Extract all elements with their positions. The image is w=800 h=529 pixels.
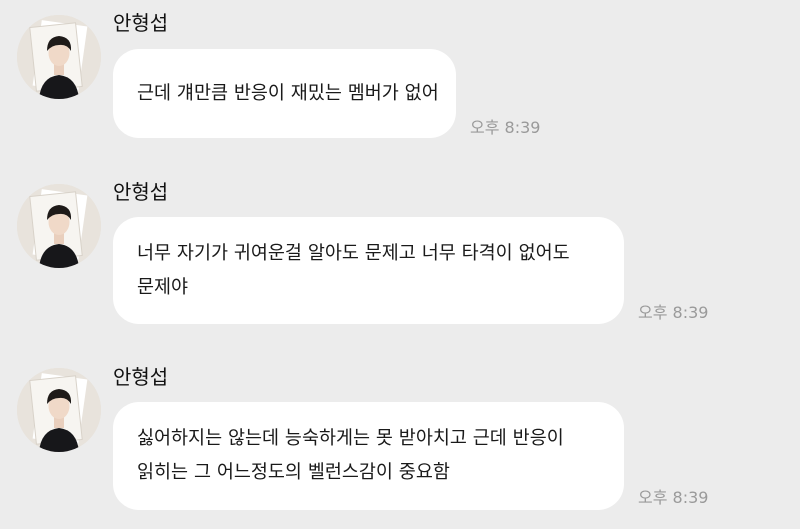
sender-avatar[interactable] bbox=[17, 368, 101, 452]
sender-name: 안형섭 bbox=[113, 365, 169, 389]
message-bubble[interactable]: 싫어하지는 않는데 능숙하게는 못 받아치고 근데 반응이 읽히는 그 어느정도… bbox=[113, 402, 624, 510]
message-text-line: 읽히는 그 어느정도의 벨런스감이 중요함 bbox=[137, 462, 450, 483]
sender-name: 안형섭 bbox=[113, 180, 169, 204]
sender-avatar[interactable] bbox=[17, 184, 101, 268]
chat-message: 안형섭 근데 걔만큼 반응이 재밌는 멤버가 없어 오후 8:39 bbox=[0, 0, 800, 170]
message-text-line: 너무 자기가 귀여운걸 알아도 문제고 너무 타격이 없어도 bbox=[137, 242, 570, 264]
message-text: 근데 걔만큼 반응이 재밌는 멤버가 없어 bbox=[137, 82, 439, 104]
message-bubble[interactable]: 근데 걔만큼 반응이 재밌는 멤버가 없어 bbox=[113, 49, 456, 138]
chat-message: 안형섭 너무 자기가 귀여운걸 알아도 문제고 너무 타격이 없어도 문제야 오… bbox=[0, 170, 800, 350]
profile-photo-icon bbox=[17, 368, 101, 452]
message-timestamp: 오후 8:39 bbox=[470, 118, 541, 137]
sender-avatar[interactable] bbox=[17, 15, 101, 99]
message-timestamp: 오후 8:39 bbox=[638, 488, 709, 507]
message-text-line: 문제야 bbox=[137, 276, 189, 298]
profile-photo-icon bbox=[17, 184, 101, 268]
message-timestamp: 오후 8:39 bbox=[638, 303, 709, 322]
message-bubble[interactable]: 너무 자기가 귀여운걸 알아도 문제고 너무 타격이 없어도 문제야 bbox=[113, 217, 624, 324]
sender-name: 안형섭 bbox=[113, 11, 169, 35]
chat-message: 안형섭 싫어하지는 않는데 능숙하게는 못 받아치고 근데 반응이 읽히는 그 … bbox=[0, 355, 800, 529]
profile-photo-icon bbox=[17, 15, 101, 99]
message-text-line: 싫어하지는 않는데 능숙하게는 못 받아치고 근데 반응이 bbox=[137, 428, 564, 449]
